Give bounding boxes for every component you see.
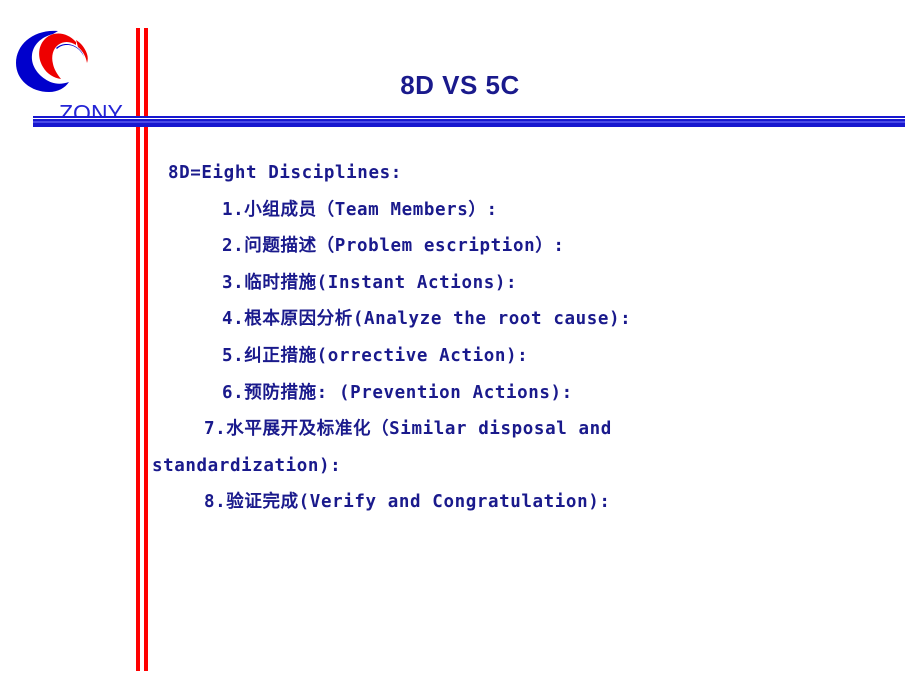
- body-item-7: 7.水平展开及标准化（Similar disposal and: [204, 419, 612, 440]
- body-lead: 8D=Eight Disciplines:: [168, 163, 402, 183]
- slide-title: 8D VS 5C: [400, 70, 520, 100]
- brand-logo[interactable]: ZONY: [12, 26, 132, 125]
- slide-canvas: ZONY 8D VS 5C 8D=Eight Disciplines: 1.小组…: [0, 0, 920, 690]
- body-item-1: 1.小组成员（Team Members）:: [222, 199, 498, 220]
- body-item-5: 5.纠正措施(orrective Action):: [222, 345, 529, 366]
- body-item-8: 8.验证完成(Verify and Congratulation):: [204, 492, 611, 513]
- body-item-4: 4.根本原因分析(Analyze the root cause):: [222, 309, 632, 330]
- header-divider: [33, 116, 905, 127]
- slide-body: 8D=Eight Disciplines: 1.小组成员（Team Member…: [152, 155, 868, 521]
- body-item-7-continuation: standardization):: [152, 455, 342, 476]
- divider-highlight: [33, 121, 905, 123]
- body-item-6: 6.预防措施: (Prevention Actions):: [222, 382, 573, 403]
- zony-crescent-logo-icon: [16, 30, 88, 92]
- body-item-2: 2.问题描述（Problem escription）:: [222, 236, 565, 257]
- body-item-3: 3.临时措施(Instant Actions):: [222, 272, 518, 293]
